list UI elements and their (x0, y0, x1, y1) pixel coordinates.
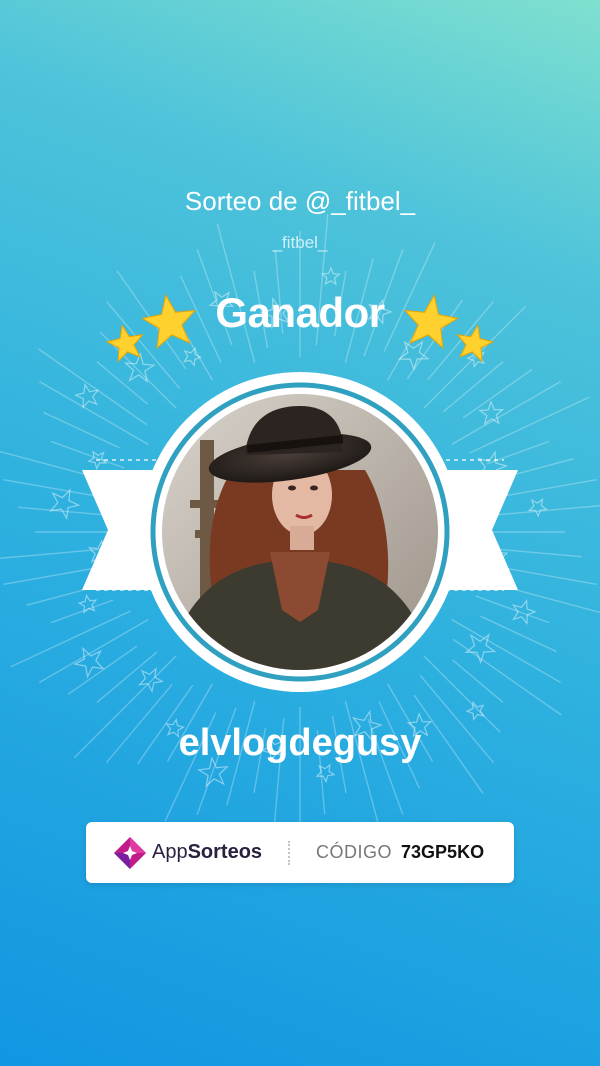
star-icon-left-large (141, 293, 197, 350)
award-emblem (82, 293, 518, 692)
brand: AppSorteos (112, 835, 284, 871)
winner-username: elvlogdegusy (178, 722, 422, 764)
brand-name-sorteos: Sorteos (187, 841, 263, 863)
star-icon-right-small (456, 324, 495, 363)
code-label: CÓDIGO (316, 842, 393, 862)
star-icon-right-large (403, 293, 459, 350)
code-value: 73GP5KO (401, 842, 485, 862)
winner-card: Sorteo de @_fitbel_ _fitbel_ Ganador elv… (0, 0, 600, 1066)
brand-name-app: App (152, 841, 188, 863)
star-icon-left-small (105, 324, 144, 363)
appsorteos-logo-icon (114, 836, 146, 869)
footer-bar: AppSorteos CÓDIGO 73GP5KO (86, 822, 514, 883)
footer-divider (288, 840, 290, 865)
raffle-code: CÓDIGO 73GP5KO (316, 842, 484, 863)
